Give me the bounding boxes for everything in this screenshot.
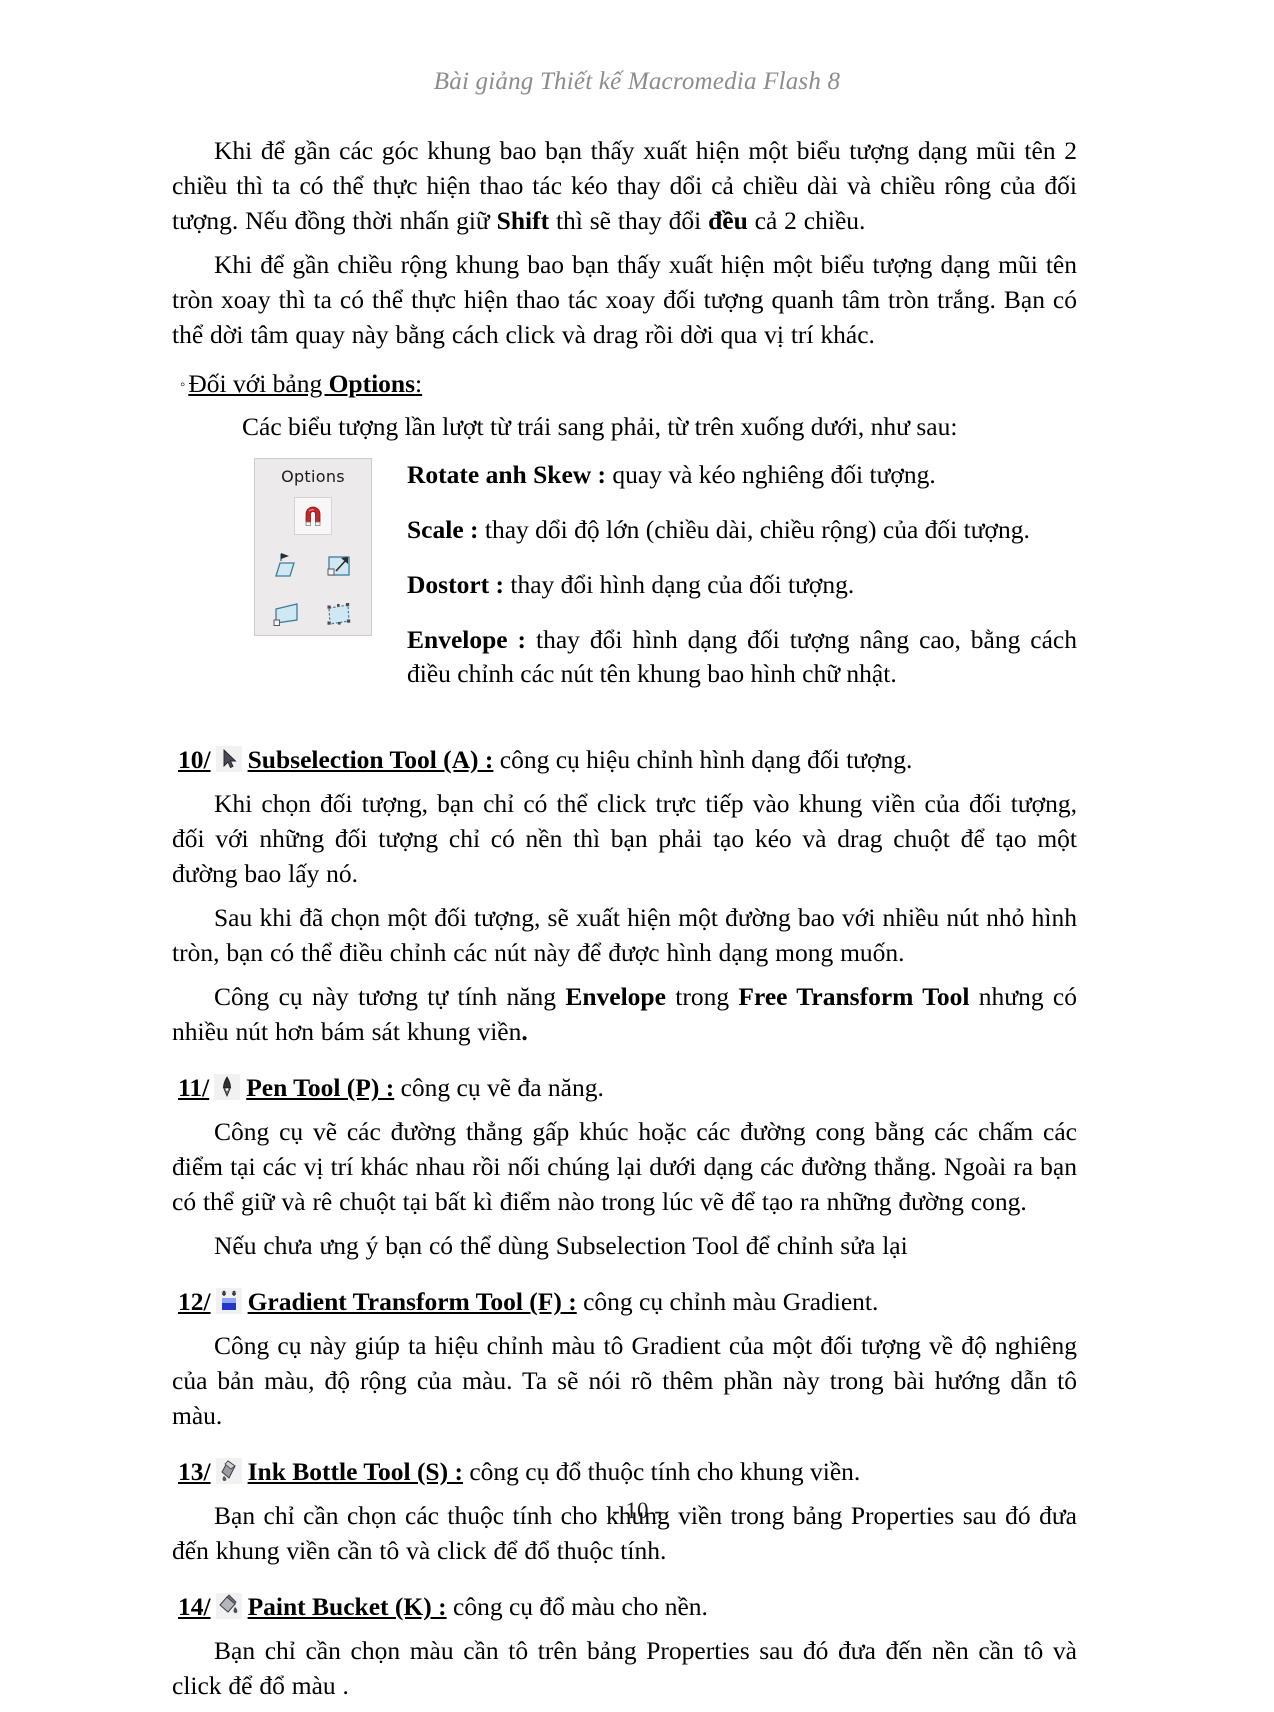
- tool-heading-pen: 11/Pen Tool (P) : công cụ vẽ đa năng.: [178, 1071, 1077, 1105]
- ps3-bold-free-transform: Free Transform Tool: [738, 982, 970, 1011]
- gradient-transform-icon[interactable]: [215, 1288, 242, 1314]
- tool-desc: công cụ đổ màu cho nền.: [446, 1592, 708, 1621]
- tool-number: 13/: [178, 1457, 211, 1486]
- flash-options-panel: Options: [254, 458, 372, 636]
- distort-icon[interactable]: [268, 595, 306, 633]
- paragraph-pen-1: Công cụ vẽ các đường thẳng gấp khúc hoặc…: [172, 1117, 1077, 1216]
- options-row-3: [255, 595, 371, 633]
- options-intro-line: Các biểu tượng lần lượt từ trái sang phả…: [242, 412, 958, 441]
- subselection-arrow-icon[interactable]: [215, 746, 242, 772]
- options-figure-block: Options Rotate anh Skew: quay và kéo ng…: [172, 458, 1077, 691]
- p1-part-c: thì sẽ thay đổi: [549, 206, 709, 235]
- heading-options-word: Options: [328, 369, 416, 398]
- tool-heading-paint-bucket: 14/Paint Bucket (K) : công cụ đổ màu cho…: [178, 1590, 1077, 1624]
- options-definitions-list: Rotate anh Skew : quay và kéo nghiêng đố…: [407, 458, 1077, 691]
- tool-name: Ink Bottle Tool (S) :: [247, 1457, 463, 1486]
- tool-heading-gradient-transform: 12/Gradient Transform Tool (F) : công cụ…: [178, 1285, 1077, 1319]
- definition-desc: thay dổi độ lớn (chiều dài, chiều rộng) …: [478, 515, 1030, 544]
- tool-number: 11/: [178, 1073, 210, 1102]
- tool-desc: công cụ hiệu chỉnh hình dạng đối tượng.: [493, 745, 913, 774]
- rotate-skew-icon[interactable]: [268, 546, 306, 584]
- paragraph-resize-handles: Khi để gần các góc khung bao bạn thấy xu…: [172, 133, 1077, 238]
- p1-part-e: cả 2 chiều.: [747, 206, 866, 235]
- definition-term: Scale :: [407, 515, 479, 544]
- tool-heading-ink-bottle: 13/Ink Bottle Tool (S) : công cụ đổ thuộ…: [178, 1455, 1077, 1489]
- options-row-2: [255, 546, 371, 584]
- document-body: Khi để gần các góc khung bao bạn thấy xu…: [172, 133, 1077, 1712]
- tool-name: Pen Tool (P) :: [246, 1073, 395, 1102]
- tool-name: Gradient Transform Tool (F) :: [247, 1287, 577, 1316]
- tool-desc: công cụ chỉnh màu Gradient.: [576, 1287, 879, 1316]
- definition-desc: thay đổi hình dạng của đối tượng.: [504, 570, 855, 599]
- tool-name: Subselection Tool (A) :: [247, 745, 494, 774]
- options-row-1: [255, 497, 371, 535]
- paragraph-subselection-1: Khi chọn đối tượng, bạn chỉ có thể click…: [172, 789, 1077, 888]
- options-section-heading: ◦ Đối với bảng Options:: [180, 366, 1077, 403]
- paragraph-pen-2: Nếu chưa ưng ý bạn có thể dùng Subselect…: [214, 1231, 908, 1260]
- paragraph-gradient-1: Công cụ này giúp ta hiệu chỉnh màu tô Gr…: [172, 1331, 1077, 1430]
- magnet-snap-icon[interactable]: [294, 497, 332, 535]
- tool-number: 14/: [178, 1592, 211, 1621]
- p1-bold-shift: Shift: [496, 206, 550, 235]
- ps3-tail: .: [521, 1017, 528, 1046]
- heading-prefix: Đối với bảng: [188, 369, 329, 398]
- paragraph-subselection-2: Sau khi đã chọn một đối tượng, sẽ xuất h…: [172, 903, 1077, 967]
- definition-desc: quay và kéo nghiêng đối tượng.: [606, 460, 936, 489]
- pen-tool-icon[interactable]: [214, 1074, 241, 1100]
- tool-number: 12/: [178, 1287, 211, 1316]
- definition-rotate-skew: Rotate anh Skew : quay và kéo nghiêng đố…: [407, 458, 1077, 492]
- envelope-icon[interactable]: [320, 595, 358, 633]
- definition-term: Dostort :: [407, 570, 505, 599]
- paragraph-paint-bucket-1: Bạn chỉ cần chọn màu cần tô trên bảng Pr…: [172, 1636, 1077, 1700]
- running-header: Bài giảng Thiết kế Macromedia Flash 8: [433, 68, 841, 95]
- heading-suffix: :: [415, 369, 423, 398]
- options-panel-title: Options: [281, 467, 345, 486]
- document-page: Bài giảng Thiết kế Macromedia Flash 8 Kh…: [0, 0, 1274, 1700]
- page-number: - 10 -: [612, 1498, 662, 1523]
- tool-desc: công cụ vẽ đa năng.: [394, 1073, 604, 1102]
- tool-number: 10/: [178, 745, 211, 774]
- definition-scale: Scale : thay dổi độ lớn (chiều dài, chiề…: [407, 513, 1077, 547]
- paragraph-subselection-3: Công cụ này tương tự tính năng Envelope …: [172, 979, 1077, 1049]
- paint-bucket-icon[interactable]: [215, 1593, 242, 1619]
- ps3-pre: Công cụ này tương tự tính năng: [214, 982, 566, 1011]
- definition-term: Rotate anh Skew :: [407, 460, 607, 489]
- ink-bottle-icon[interactable]: [215, 1458, 242, 1484]
- tool-name: Paint Bucket (K) :: [247, 1592, 447, 1621]
- paragraph-rotate-handles: Khi để gần chiều rộng khung bao bạn thấy…: [172, 250, 1077, 349]
- ps3-mid: trong: [665, 982, 739, 1011]
- tool-desc: công cụ đổ thuộc tính cho khung viền.: [462, 1457, 861, 1486]
- definition-term: Envelope :: [407, 625, 527, 654]
- p1-bold-deu: đều: [708, 206, 748, 235]
- scale-icon[interactable]: [320, 546, 358, 584]
- ps3-bold-envelope: Envelope: [565, 982, 666, 1011]
- definition-distort: Dostort : thay đổi hình dạng của đối tượ…: [407, 568, 1077, 602]
- definition-envelope: Envelope : thay đổi hình dạng đối tượng …: [407, 623, 1077, 691]
- tool-heading-subselection: 10/Subselection Tool (A) : công cụ hiệu …: [178, 743, 1077, 777]
